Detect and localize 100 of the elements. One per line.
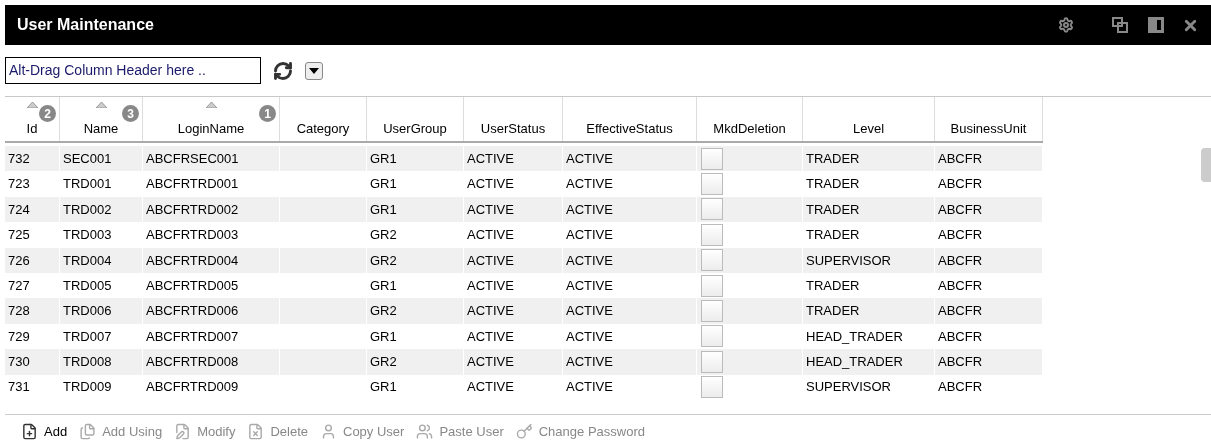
restore-icon[interactable] — [1112, 17, 1128, 33]
column-label: Id — [26, 119, 38, 138]
table-cell-text: ACTIVE — [565, 200, 613, 219]
table-cell-text: TRD006 — [62, 302, 112, 321]
table-cell-text: ABCFR — [937, 226, 983, 245]
table-cell-text: ACTIVE — [565, 175, 613, 194]
column-header[interactable]: LoginName 1 — [143, 97, 280, 141]
table-cell-text: GR2 — [369, 226, 397, 245]
file-plus-icon — [21, 423, 38, 440]
checkbox[interactable] — [701, 376, 723, 399]
table-cell-text: ABCFRTRD004 — [145, 251, 239, 270]
file-edit-icon — [174, 423, 192, 440]
table-cell-text: TRD001 — [62, 175, 112, 194]
table-cell-text: ABCFRTRD001 — [145, 175, 239, 194]
table-cell-text: GR1 — [369, 327, 397, 346]
table-cell-text: GR2 — [369, 353, 397, 372]
table-cell-text: ACTIVE — [466, 175, 514, 194]
scrollbar-thumb[interactable] — [1201, 148, 1211, 182]
table-cell-text: ABCFRTRD007 — [145, 327, 239, 346]
action-button[interactable]: Add — [21, 421, 68, 442]
table-cell-text: GR1 — [369, 200, 397, 219]
checkbox[interactable] — [701, 147, 723, 170]
table-cell-text: TRD009 — [62, 378, 112, 397]
column-label: Category — [296, 119, 350, 138]
files-icon — [79, 423, 97, 440]
column-header[interactable]: Category — [280, 97, 367, 141]
table-cell-text: ABCFRTRD003 — [145, 226, 239, 245]
table-cell-text: 724 — [7, 200, 30, 219]
column-header[interactable]: BusinessUnit — [935, 97, 1043, 141]
dropdown-button[interactable] — [305, 61, 323, 80]
table-cell-text: GR2 — [369, 251, 397, 270]
table-cell-text: 723 — [7, 175, 30, 194]
refresh-icon[interactable] — [273, 60, 293, 81]
table-cell-text: 728 — [7, 302, 30, 321]
table-cell-text: HEAD_TRADER — [805, 353, 903, 372]
panel-icon[interactable] — [1148, 17, 1164, 33]
group-by-field[interactable]: Alt-Drag Column Header here .. — [5, 57, 261, 84]
file-x-icon — [247, 423, 265, 440]
table-cell-text: 731 — [7, 378, 30, 397]
column-header[interactable]: Name 3 — [60, 97, 143, 141]
table-cell-text: ABCFR — [937, 251, 983, 270]
table-cell-text: TRADER — [805, 149, 860, 168]
table-cell-text: TRADER — [805, 200, 860, 219]
table-cell-text: ACTIVE — [466, 251, 514, 270]
table-cell-text: ACTIVE — [565, 327, 613, 346]
caret-icon — [309, 67, 319, 74]
table-cell-text: ACTIVE — [565, 302, 613, 321]
table-cell-text: ABCFR — [937, 353, 983, 372]
checkbox[interactable] — [701, 300, 723, 323]
column-header[interactable]: UserStatus — [464, 97, 563, 141]
checkbox[interactable] — [701, 325, 723, 348]
table-cell-text: SUPERVISOR — [805, 378, 891, 397]
column-header[interactable]: MkdDeletion — [697, 97, 803, 141]
user-icon — [320, 423, 337, 440]
checkbox[interactable] — [701, 350, 723, 373]
table-cell-text: ABCFR — [937, 378, 983, 397]
table-cell-text: TRADER — [805, 276, 860, 295]
table-cell-text: TRADER — [805, 175, 860, 194]
key-icon — [515, 423, 533, 440]
table-cell-text: GR1 — [369, 276, 397, 295]
settings-icon[interactable] — [1058, 17, 1074, 33]
column-label: Name — [83, 119, 119, 138]
checkbox[interactable] — [701, 173, 723, 196]
table-cell-text: ABCFRTRD006 — [145, 302, 239, 321]
table-cell-text: ABCFRTRD002 — [145, 200, 239, 219]
column-header[interactable]: EffectiveStatus — [563, 97, 697, 141]
table-cell-text: ABCFR — [937, 327, 983, 346]
column-header[interactable]: UserGroup — [367, 97, 464, 141]
table-cell-text: TRD002 — [62, 200, 112, 219]
table-cell-text: TRADER — [805, 302, 860, 321]
column-header[interactable]: Level — [803, 97, 935, 141]
column-header[interactable]: Id 2 — [5, 97, 60, 141]
table-cell-text: ABCFR — [937, 302, 983, 321]
table-cell-text: HEAD_TRADER — [805, 327, 903, 346]
checkbox[interactable] — [701, 274, 723, 297]
table-cell-text: ACTIVE — [565, 226, 613, 245]
table-cell-text: ACTIVE — [466, 149, 514, 168]
table-cell-text: 725 — [7, 226, 30, 245]
table-cell-text: SUPERVISOR — [805, 251, 891, 270]
users-icon — [416, 423, 434, 440]
checkbox[interactable] — [701, 198, 723, 221]
sort-order-badge: 3 — [122, 105, 139, 122]
table-cell-text: 732 — [7, 149, 30, 168]
table-cell-text: ABCFR — [937, 149, 983, 168]
sort-order-badge: 2 — [39, 105, 56, 122]
table-cell-text: ABCFRTRD009 — [145, 378, 239, 397]
table-cell-text: 729 — [7, 327, 30, 346]
table-cell-text: ACTIVE — [466, 200, 514, 219]
table-cell-text: 730 — [7, 353, 30, 372]
column-label: EffectiveStatus — [586, 119, 673, 138]
table-cell-text: ACTIVE — [466, 327, 514, 346]
column-label: MkdDeletion — [713, 119, 786, 138]
checkbox[interactable] — [701, 249, 723, 272]
table-cell-text: ACTIVE — [466, 353, 514, 372]
table-cell-text: TRD003 — [62, 226, 112, 245]
table-cell-text: TRD004 — [62, 251, 112, 270]
table-cell-text: ABCFRSEC001 — [145, 149, 239, 168]
table-cell-text: ABCFRTRD008 — [145, 353, 239, 372]
checkbox[interactable] — [701, 223, 723, 246]
table-cell-text: ACTIVE — [565, 276, 613, 295]
